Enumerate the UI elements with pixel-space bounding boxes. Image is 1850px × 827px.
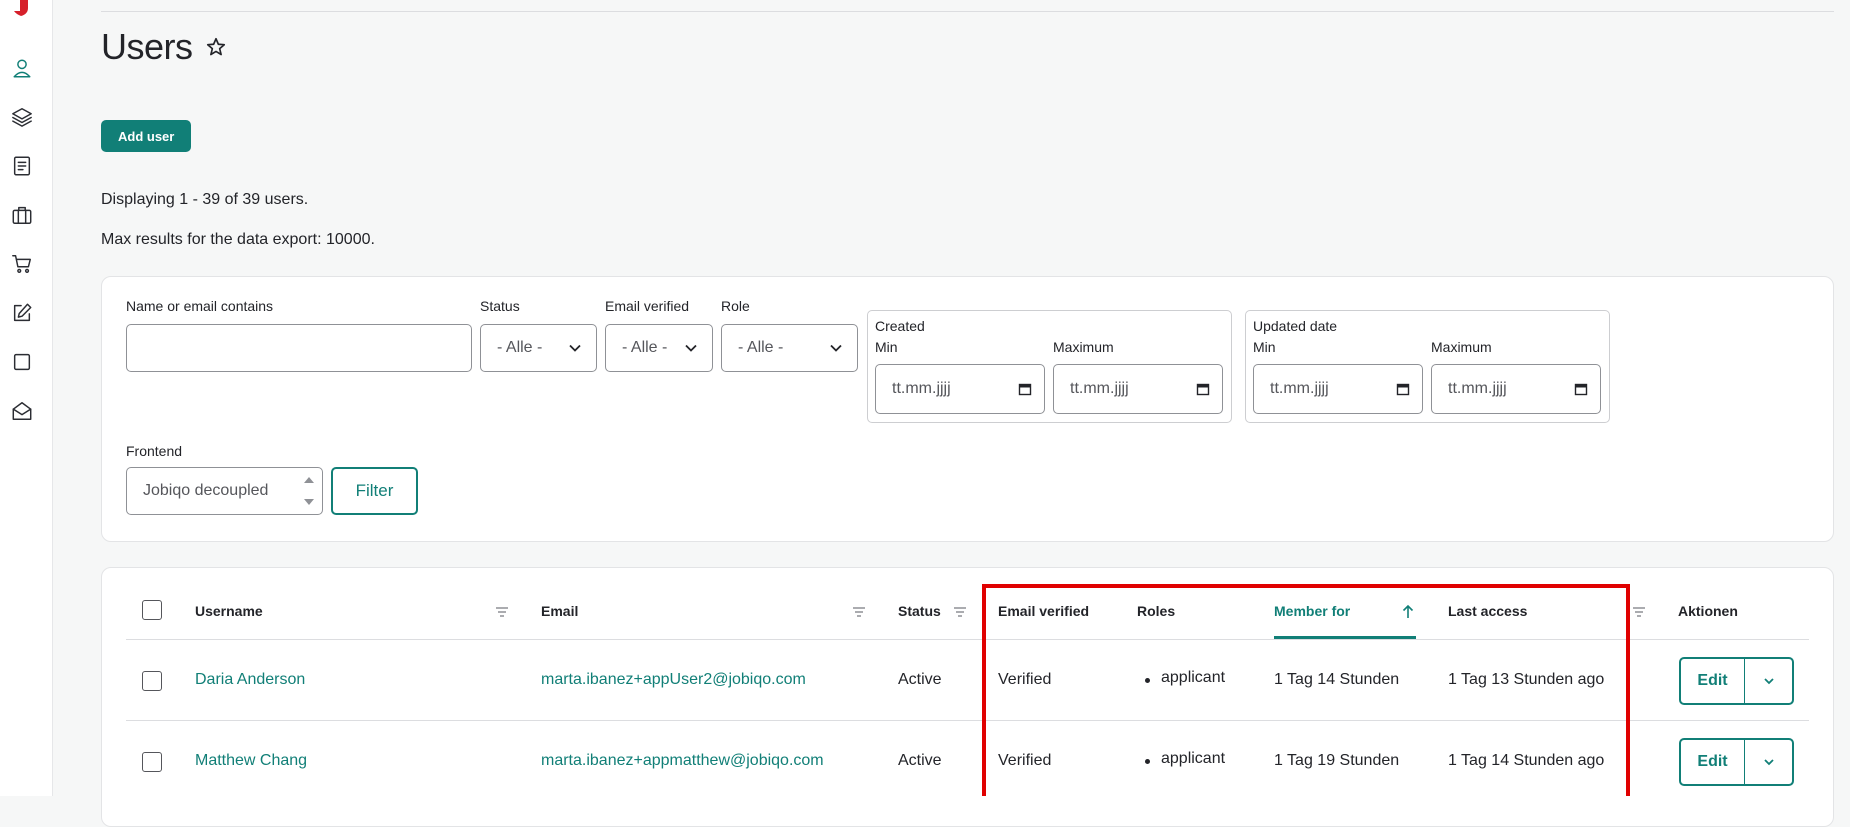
email-verified-filter-label: Email verified xyxy=(605,298,690,314)
spinner-arrows-icon[interactable] xyxy=(300,471,318,511)
calendar-icon[interactable] xyxy=(1574,382,1588,396)
email-verified-select[interactable]: - Alle - xyxy=(605,324,713,372)
role-select-value: - Alle - xyxy=(738,339,784,356)
role-select[interactable]: - Alle - xyxy=(721,324,858,372)
add-user-button[interactable]: Add user xyxy=(101,120,192,152)
chevron-down-icon xyxy=(830,344,842,352)
divider xyxy=(101,11,1834,12)
mail-open-icon[interactable] xyxy=(9,398,35,424)
document-icon[interactable] xyxy=(9,153,35,179)
email-link[interactable]: marta.ibanez+appUser2@jobiqo.com xyxy=(541,671,806,689)
name-email-input[interactable] xyxy=(126,324,472,372)
status-select-value: - Alle - xyxy=(497,339,543,356)
frontend-value: Jobiqo decoupled xyxy=(143,482,269,499)
status-filter-label: Status xyxy=(480,298,520,314)
created-max-date[interactable]: tt.mm.jjjj xyxy=(1053,364,1223,414)
layers-icon[interactable] xyxy=(9,104,35,130)
updated-max-date[interactable]: tt.mm.jjjj xyxy=(1431,364,1601,414)
sort-icon[interactable] xyxy=(953,606,967,618)
frontend-listbox[interactable]: Jobiqo decoupled xyxy=(126,467,323,515)
app-logo[interactable] xyxy=(10,0,32,16)
page-title-wrap: Users xyxy=(101,26,227,68)
column-header-actions: Aktionen xyxy=(1678,603,1738,619)
status-cell: Active xyxy=(898,752,942,769)
square-icon[interactable] xyxy=(9,349,35,375)
calendar-icon[interactable] xyxy=(1196,382,1210,396)
edit-button-group: Edit xyxy=(1679,657,1794,705)
user-icon[interactable] xyxy=(9,55,35,81)
edit-icon[interactable] xyxy=(9,300,35,326)
dropdown-toggle[interactable] xyxy=(1745,659,1792,703)
column-header-username[interactable]: Username xyxy=(195,603,263,619)
created-min-label: Min xyxy=(875,339,898,355)
sort-icon[interactable] xyxy=(852,606,866,618)
edit-button[interactable]: Edit xyxy=(1681,659,1745,703)
select-all-checkbox[interactable] xyxy=(142,600,162,620)
column-header-status[interactable]: Status xyxy=(898,603,941,619)
highlight-box xyxy=(982,584,1630,796)
username-link[interactable]: Daria Anderson xyxy=(195,671,305,689)
sort-icon[interactable] xyxy=(495,606,509,618)
sidebar xyxy=(0,0,53,796)
status-cell: Active xyxy=(898,671,942,688)
chevron-down-icon xyxy=(569,344,581,352)
updated-min-label: Min xyxy=(1253,339,1276,355)
cart-icon[interactable] xyxy=(9,251,35,277)
page-title: Users xyxy=(101,26,193,67)
username-link[interactable]: Matthew Chang xyxy=(195,752,307,770)
updated-min-value: tt.mm.jjjj xyxy=(1270,380,1329,397)
email-verified-select-value: - Alle - xyxy=(622,339,668,356)
briefcase-icon[interactable] xyxy=(9,202,35,228)
email-link[interactable]: marta.ibanez+appmatthew@jobiqo.com xyxy=(541,752,824,770)
name-filter-label: Name or email contains xyxy=(126,298,274,314)
created-min-date[interactable]: tt.mm.jjjj xyxy=(875,364,1045,414)
updated-max-value: tt.mm.jjjj xyxy=(1448,380,1507,397)
created-min-value: tt.mm.jjjj xyxy=(892,380,951,397)
edit-button[interactable]: Edit xyxy=(1681,740,1745,784)
frontend-label: Frontend xyxy=(126,443,183,459)
chevron-down-icon xyxy=(1763,678,1774,685)
display-info: Displaying 1 - 39 of 39 users. xyxy=(101,191,309,208)
updated-legend: Updated date xyxy=(1253,318,1338,334)
created-max-label: Maximum xyxy=(1053,339,1114,355)
row-checkbox[interactable] xyxy=(142,752,162,772)
calendar-icon[interactable] xyxy=(1396,382,1410,396)
created-max-value: tt.mm.jjjj xyxy=(1070,380,1129,397)
export-info: Max results for the data export: 10000. xyxy=(101,231,375,248)
filter-button[interactable]: Filter xyxy=(331,467,418,515)
row-checkbox[interactable] xyxy=(142,671,162,691)
chevron-down-icon xyxy=(1763,759,1774,766)
star-icon[interactable] xyxy=(205,36,227,58)
dropdown-toggle[interactable] xyxy=(1745,740,1792,784)
status-select[interactable]: - Alle - xyxy=(480,324,597,372)
created-legend: Created xyxy=(875,318,925,334)
updated-min-date[interactable]: tt.mm.jjjj xyxy=(1253,364,1423,414)
calendar-icon[interactable] xyxy=(1018,382,1032,396)
updated-max-label: Maximum xyxy=(1431,339,1492,355)
column-header-email[interactable]: Email xyxy=(541,603,578,619)
chevron-down-icon xyxy=(685,344,697,352)
role-filter-label: Role xyxy=(721,298,750,314)
edit-button-group: Edit xyxy=(1679,738,1794,786)
sort-icon[interactable] xyxy=(1632,606,1646,618)
